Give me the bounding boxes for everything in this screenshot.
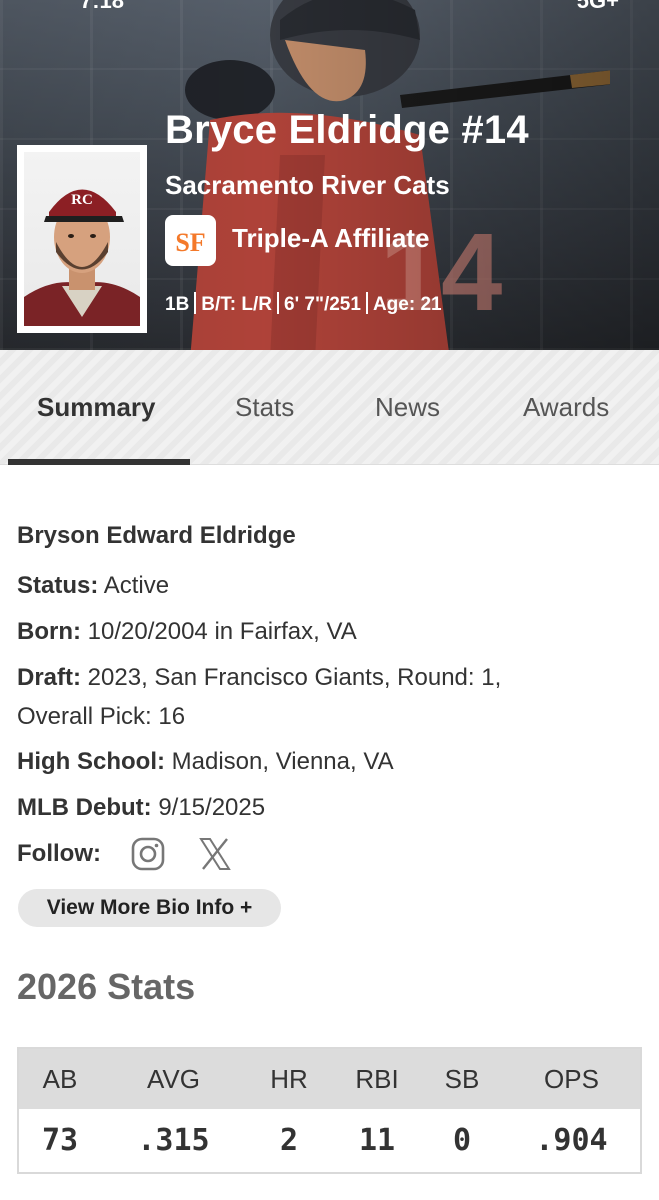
stats-header-row: AB AVG HR RBI SB OPS: [19, 1049, 640, 1109]
team-name[interactable]: Sacramento River Cats: [165, 170, 450, 201]
stats-section-title: 2026 Stats: [17, 966, 196, 1007]
player-vitals: 1B B/T: L/R 6' 7"/251 Age: 21: [165, 292, 442, 316]
status-label: Status:: [17, 572, 99, 599]
tab-awards[interactable]: Awards: [523, 392, 609, 423]
value-rbi: 11: [358, 1123, 396, 1158]
status-time: 7:18: [80, 0, 125, 13]
height-weight: 6' 7"/251: [284, 294, 361, 315]
bio-high-school-row: High School: Madison, Vienna, VA: [17, 742, 637, 782]
active-tab-indicator: [8, 459, 190, 465]
value-sb: 0: [452, 1123, 472, 1158]
divider: [194, 292, 197, 314]
stats-value-row: 73 .315 2 11 0 .904: [19, 1109, 640, 1172]
divider: [365, 292, 368, 314]
headshot-frame: RC: [17, 145, 147, 333]
born-value: 10/20/2004 in Fairfax, VA: [87, 618, 357, 645]
high-school-label: High School:: [17, 748, 165, 775]
player-name: Bryce Eldridge #14: [165, 108, 529, 152]
draft-value-line2: Overall Pick: 16: [17, 703, 186, 730]
season-stats-table: AB AVG HR RBI SB OPS 73 .315 2 11 0 .904: [17, 1047, 642, 1174]
status-value: Active: [103, 572, 170, 599]
profile-tabs: Summary Stats News Awards: [0, 350, 659, 465]
headshot-illustration: RC: [24, 189, 140, 326]
value-avg: .315: [137, 1123, 210, 1158]
follow-label: Follow:: [17, 840, 101, 867]
draft-label: Draft:: [17, 664, 81, 691]
status-signal: 5G+: [576, 0, 619, 13]
header-rbi: RBI: [355, 1063, 399, 1094]
status-bar: 7:18 5G+: [0, 0, 659, 13]
bio-follow-row: Follow:: [17, 829, 637, 879]
value-hr: 2: [279, 1123, 299, 1158]
player-hero-banner: 14 7:18 5G+ RC: [0, 0, 659, 350]
header-ops: OPS: [544, 1063, 599, 1094]
bio-draft-row: Draft: 2023, San Francisco Giants, Round…: [17, 658, 637, 736]
header-hr: HR: [270, 1063, 308, 1094]
player-full-name: Bryson Edward Eldridge: [17, 522, 296, 549]
bats-throws: B/T: L/R: [201, 294, 273, 315]
debut-label: MLB Debut:: [17, 794, 152, 821]
bio-born-row: Born: 10/20/2004 in Fairfax, VA: [17, 612, 637, 652]
affiliate-label[interactable]: Triple-A Affiliate: [232, 223, 429, 254]
tab-news[interactable]: News: [375, 392, 440, 423]
giants-logo-graphic: SF: [175, 228, 205, 257]
value-ops: .904: [535, 1123, 608, 1158]
bio-section: Bryson Edward Eldridge Status: Active Bo…: [17, 520, 637, 879]
bio-debut-row: MLB Debut: 9/15/2025: [17, 788, 637, 828]
player-age: Age: 21: [372, 294, 442, 315]
born-label: Born:: [17, 618, 81, 645]
instagram-icon[interactable]: [131, 837, 165, 871]
tab-summary[interactable]: Summary: [37, 392, 156, 423]
header-ab: AB: [42, 1063, 78, 1094]
affiliate-logo-text: SF: [175, 228, 205, 257]
divider: [277, 292, 280, 314]
bio-status-row: Status: Active: [17, 566, 637, 606]
cap-logo: RC: [71, 192, 93, 208]
x-icon[interactable]: [198, 837, 232, 871]
draft-value-line1: 2023, San Francisco Giants, Round: 1,: [87, 664, 502, 691]
header-avg: AVG: [147, 1063, 200, 1094]
high-school-value: Madison, Vienna, VA: [171, 748, 394, 775]
debut-value: 9/15/2025: [158, 794, 266, 821]
value-ab: 73: [41, 1123, 79, 1158]
player-position: 1B: [165, 294, 190, 315]
header-sb: SB: [444, 1063, 480, 1094]
tab-stats[interactable]: Stats: [235, 392, 294, 423]
social-icons: [131, 837, 232, 871]
view-more-bio-button[interactable]: View More Bio Info +: [18, 889, 281, 927]
player-headshot: RC: [24, 152, 140, 326]
giants-logo-icon[interactable]: SF: [165, 215, 216, 266]
